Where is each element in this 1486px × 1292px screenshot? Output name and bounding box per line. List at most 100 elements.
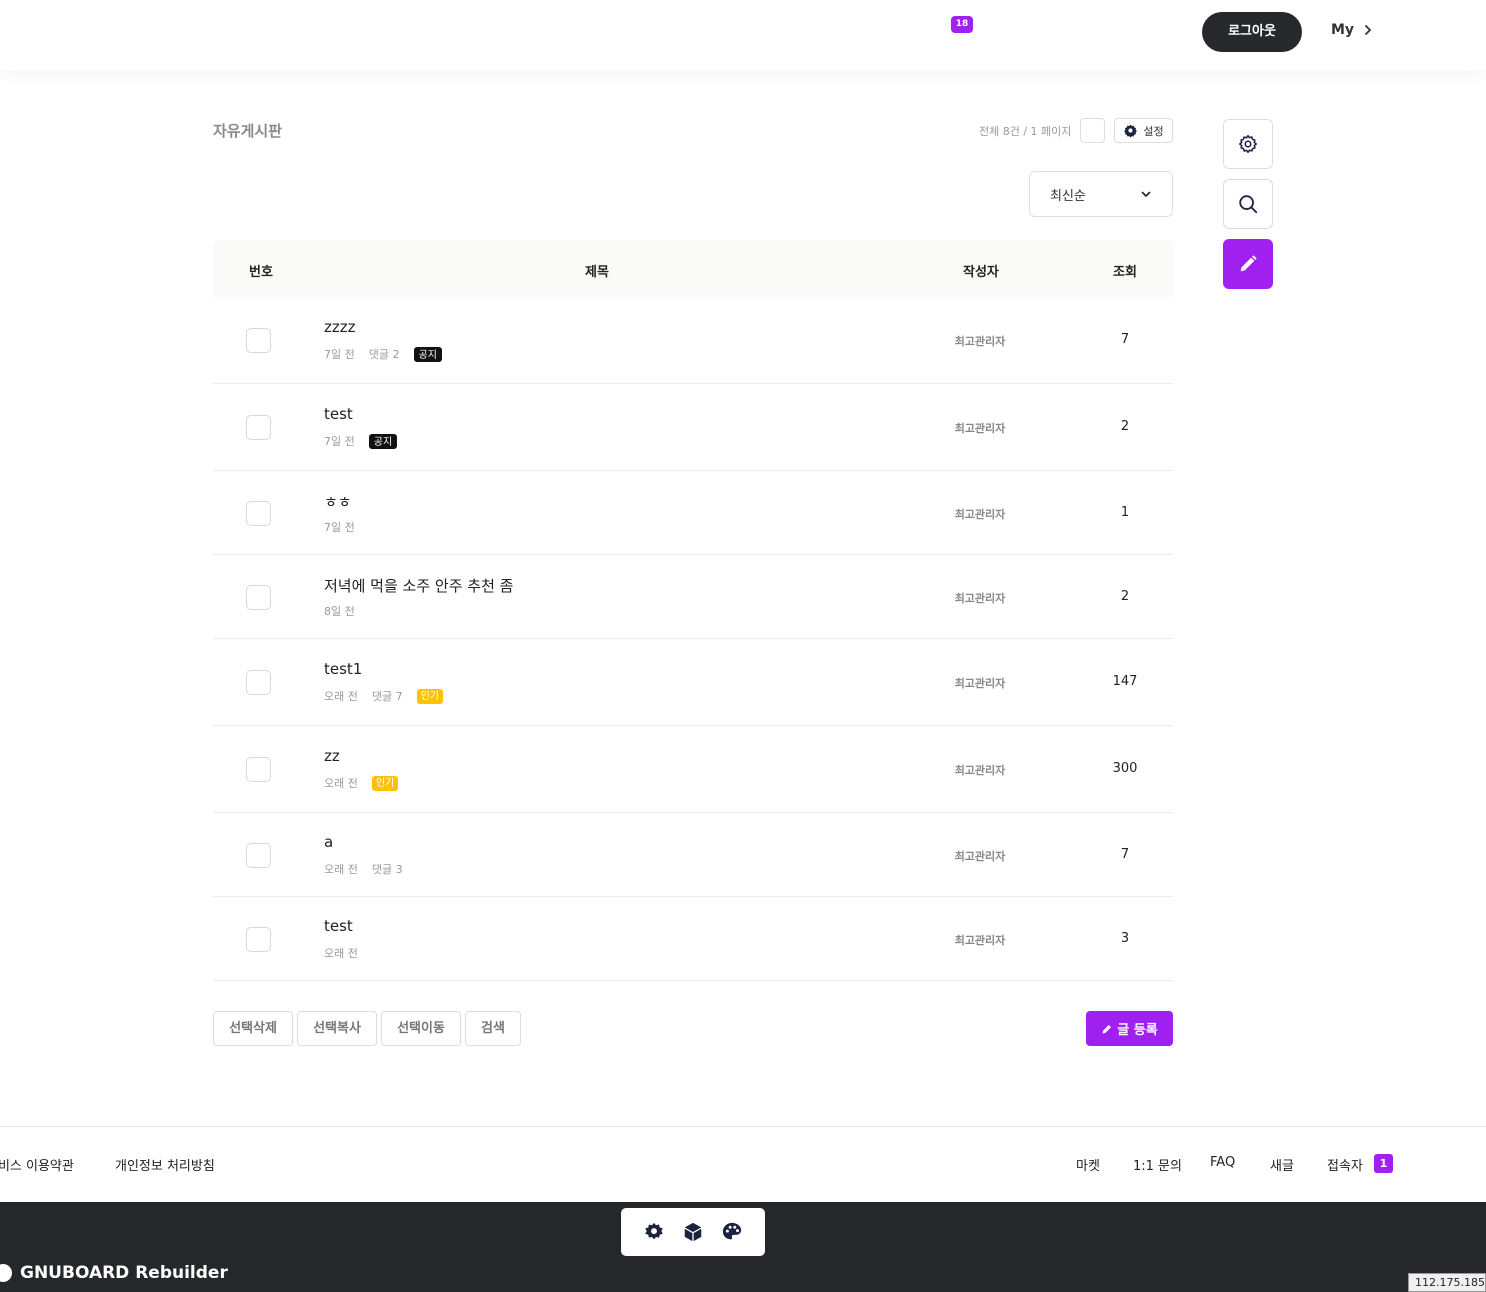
post-date: 7일 전 [324, 435, 355, 448]
header-views: 조회 [1113, 265, 1137, 280]
side-write-button[interactable] [1223, 239, 1273, 289]
post-views: 1 [1120, 505, 1130, 520]
sort-select[interactable]: 최신순 [1029, 171, 1173, 217]
post-views: 2 [1120, 589, 1130, 604]
post-views: 147 [1112, 674, 1138, 689]
cube-icon[interactable] [682, 1221, 704, 1243]
post-title[interactable]: test [324, 917, 353, 935]
header-num: 번호 [249, 265, 273, 280]
post-meta: 7일 전 [324, 519, 355, 535]
notification-badge[interactable]: 18 [951, 16, 973, 33]
post-title[interactable]: a [324, 833, 333, 851]
row-checkbox[interactable] [246, 415, 271, 440]
privacy-link[interactable]: 개인정보 처리방침 [115, 1155, 215, 1174]
post-views: 2 [1120, 419, 1130, 434]
move-selected-button[interactable]: 선택이동 [381, 1011, 461, 1046]
row-checkbox[interactable] [246, 927, 271, 952]
post-meta: 8일 전 [324, 603, 355, 619]
search-button[interactable]: 검색 [465, 1011, 521, 1046]
table-row[interactable]: test 7일 전 공지 최고관리자 2 [213, 384, 1173, 471]
post-date: 8일 전 [324, 605, 355, 618]
table-row[interactable]: zzzz 7일 전 댓글 2 공지 최고관리자 7 [213, 297, 1173, 384]
logout-button[interactable]: 로그아웃 [1202, 12, 1302, 52]
table-header: 번호 제목 작성자 조회 [213, 241, 1173, 297]
post-title[interactable]: ㅎㅎ [324, 491, 352, 512]
brand-icon [0, 1264, 12, 1282]
tool-panel [621, 1208, 765, 1256]
ip-address-box: 112.175.185.1 [1408, 1273, 1486, 1292]
write-post-button[interactable]: 글 등록 [1086, 1011, 1173, 1046]
post-date: 7일 전 [324, 348, 355, 361]
table-row[interactable]: a 오래 전 댓글 3 최고관리자 7 [213, 813, 1173, 897]
post-title[interactable]: zzzz [324, 318, 356, 336]
row-checkbox[interactable] [246, 328, 271, 353]
header-author: 작성자 [963, 265, 999, 280]
sort-selected-value: 최신순 [1050, 188, 1086, 204]
pencil-icon [1240, 255, 1257, 272]
post-meta: 7일 전 공지 [324, 433, 398, 449]
table-row[interactable]: test 오래 전 최고관리자 3 [213, 897, 1173, 981]
row-checkbox[interactable] [246, 843, 271, 868]
chevron-right-icon [1365, 25, 1371, 35]
comment-count: 댓글 3 [371, 863, 403, 876]
post-title[interactable]: 저녁에 먹을 소주 안주 추천 좀 [324, 575, 513, 596]
gear-icon [1124, 124, 1138, 138]
my-menu-link[interactable]: My [1331, 22, 1374, 38]
settings-label: 설정 [1143, 124, 1164, 138]
new-posts-link[interactable]: 새글 [1270, 1155, 1294, 1174]
brand-name: GNUBOARD Rebuilder [20, 1263, 228, 1283]
notice-tag: 공지 [368, 433, 398, 449]
comment-count: 댓글 7 [371, 690, 403, 703]
post-meta: 오래 전 댓글 3 [324, 861, 403, 877]
post-title[interactable]: zz [324, 747, 340, 765]
post-date: 오래 전 [324, 690, 358, 703]
delete-selected-button[interactable]: 선택삭제 [213, 1011, 293, 1046]
faq-link[interactable]: FAQ [1210, 1155, 1235, 1170]
table-row[interactable]: 저녁에 먹을 소주 안주 추천 좀 8일 전 최고관리자 2 [213, 555, 1173, 639]
post-author[interactable]: 최고관리자 [954, 848, 1006, 864]
side-search-button[interactable] [1223, 179, 1273, 229]
inquiry-link[interactable]: 1:1 문의 [1133, 1155, 1182, 1174]
copy-selected-button[interactable]: 선택복사 [297, 1011, 377, 1046]
board-settings-button[interactable]: 설정 [1114, 118, 1173, 143]
table-row[interactable]: test1 오래 전 댓글 7 인기 최고관리자 147 [213, 639, 1173, 726]
post-date: 7일 전 [324, 521, 355, 534]
row-checkbox[interactable] [246, 501, 271, 526]
board-title: 자유게시판 [213, 122, 283, 140]
visitors-link[interactable]: 접속자 [1327, 1155, 1363, 1174]
gear-icon [1238, 134, 1258, 154]
settings-flower-icon[interactable] [643, 1221, 665, 1243]
palette-icon[interactable] [721, 1221, 743, 1243]
post-meta: 오래 전 인기 [324, 775, 399, 791]
brand-logo[interactable]: GNUBOARD Rebuilder [0, 1263, 228, 1283]
row-checkbox[interactable] [246, 585, 271, 610]
my-label: My [1331, 22, 1355, 38]
comment-count: 댓글 2 [368, 348, 400, 361]
table-row[interactable]: zz 오래 전 인기 최고관리자 300 [213, 726, 1173, 813]
post-title[interactable]: test1 [324, 660, 362, 678]
post-views: 3 [1120, 931, 1130, 946]
post-date: 오래 전 [324, 947, 358, 960]
post-author[interactable]: 최고관리자 [954, 333, 1006, 349]
table-row[interactable]: ㅎㅎ 7일 전 최고관리자 1 [213, 471, 1173, 555]
select-all-checkbox[interactable] [1080, 118, 1105, 143]
side-settings-button[interactable] [1223, 119, 1273, 169]
post-author[interactable]: 최고관리자 [954, 420, 1006, 436]
terms-link[interactable]: 서비스 이용약관 [0, 1155, 74, 1174]
post-title[interactable]: test [324, 405, 353, 423]
market-link[interactable]: 마켓 [1076, 1155, 1100, 1174]
post-author[interactable]: 최고관리자 [954, 675, 1006, 691]
post-author[interactable]: 최고관리자 [954, 932, 1006, 948]
post-author[interactable]: 최고관리자 [954, 762, 1006, 778]
notice-tag: 공지 [413, 346, 442, 362]
post-meta: 7일 전 댓글 2 공지 [324, 346, 442, 362]
header-title: 제목 [585, 265, 609, 280]
post-meta: 오래 전 [324, 945, 358, 961]
visitors-count-badge: 1 [1374, 1154, 1393, 1173]
post-author[interactable]: 최고관리자 [954, 590, 1006, 606]
row-checkbox[interactable] [246, 757, 271, 782]
post-author[interactable]: 최고관리자 [954, 506, 1006, 522]
search-icon [1239, 195, 1258, 214]
hot-tag: 인기 [371, 775, 399, 791]
row-checkbox[interactable] [246, 670, 271, 695]
